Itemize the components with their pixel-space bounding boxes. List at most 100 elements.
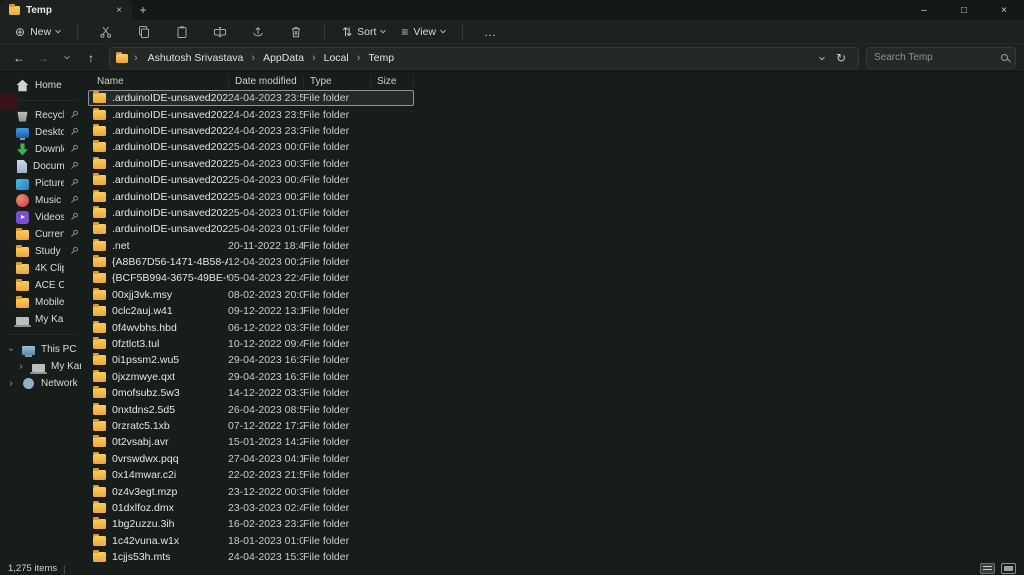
- copy-button[interactable]: [132, 22, 156, 42]
- sidebar-tree-item[interactable]: › This PC: [0, 341, 85, 358]
- file-row[interactable]: 0fztlct3.tul 10-12-2022 09:45 File folde…: [88, 336, 414, 352]
- sidebar-item[interactable]: Videos: [0, 209, 85, 226]
- file-row[interactable]: 0vrswdwx.pqq 27-04-2023 04:14 File folde…: [88, 451, 414, 467]
- breadcrumb-label[interactable]: AppData: [259, 51, 308, 65]
- sidebar-item[interactable]: Documents: [0, 158, 85, 175]
- file-row[interactable]: .arduinoIDE-unsaved2023324-20772-hed... …: [88, 106, 414, 122]
- column-header-name[interactable]: ^ Name: [88, 75, 229, 88]
- chevron-expand-icon[interactable]: ›: [16, 361, 26, 372]
- file-row[interactable]: .arduinoIDE-unsaved2023325-25648-aw6... …: [88, 205, 414, 221]
- column-header-date-modified[interactable]: Date modified: [229, 75, 304, 88]
- file-row[interactable]: {A8B67D56-1471-4B58-A69F-EB98461055... 1…: [88, 254, 414, 270]
- breadcrumb-bar[interactable]: › Ashutosh Srivastava › AppData › Local …: [109, 47, 859, 69]
- sidebar-item-icon: [16, 211, 29, 224]
- file-row[interactable]: 0x14mwar.c2i 22-02-2023 21:55 File folde…: [88, 467, 414, 483]
- recent-locations-button[interactable]: [56, 48, 78, 68]
- file-row[interactable]: 0clc2auj.w41 09-12-2022 13:14 File folde…: [88, 303, 414, 319]
- share-button[interactable]: [246, 22, 270, 42]
- file-row[interactable]: 1bg2uzzu.3ih 16-02-2023 23:21 File folde…: [88, 516, 414, 532]
- content-area: Home Recycle Bin Desktop: [0, 73, 1024, 562]
- sidebar-item[interactable]: Current Works: [0, 226, 85, 243]
- sidebar-tree-item[interactable]: › Network: [0, 375, 85, 392]
- back-button[interactable]: ←: [8, 48, 30, 68]
- close-button[interactable]: ×: [984, 0, 1024, 20]
- rename-button[interactable]: [208, 22, 232, 42]
- file-name: 0x14mwar.c2i: [112, 469, 228, 481]
- file-row[interactable]: 0z4v3egt.mzp 23-12-2022 00:34 File folde…: [88, 483, 414, 499]
- file-date-modified: 23-03-2023 02:45: [228, 502, 303, 514]
- new-button[interactable]: ⊕ New: [8, 23, 67, 41]
- file-name: .arduinoIDE-unsaved2023324-20772-pirry..…: [112, 125, 228, 137]
- tab-close-icon[interactable]: ×: [112, 5, 126, 16]
- column-header-size[interactable]: Size: [371, 75, 414, 88]
- sidebar-item-icon: [32, 364, 45, 372]
- sidebar-item[interactable]: Pictures: [0, 175, 85, 192]
- sidebar-item-label: My Kamputtar (C:: [51, 361, 81, 372]
- chevron-expand-icon[interactable]: ›: [6, 378, 16, 389]
- sidebar-tree-item[interactable]: › My Kamputtar (C:: [0, 358, 85, 375]
- delete-button[interactable]: [284, 22, 308, 42]
- file-row[interactable]: 00xjj3vk.msy 08-02-2023 20:02 File folde…: [88, 287, 414, 303]
- file-row[interactable]: 0jxzmwye.qxt 29-04-2023 16:38 File folde…: [88, 369, 414, 385]
- search-input[interactable]: [874, 52, 996, 63]
- file-row[interactable]: .arduinoIDE-unsaved2023325-27536-nwy... …: [88, 221, 414, 237]
- details-view-button[interactable]: [980, 563, 995, 574]
- sidebar-item[interactable]: My Kamputtar (C:): [0, 311, 85, 328]
- large-icons-view-button[interactable]: [1001, 563, 1016, 574]
- sidebar-item[interactable]: Music: [0, 192, 85, 209]
- breadcrumb-label[interactable]: Local: [320, 51, 353, 65]
- file-row[interactable]: 0i1pssm2.wu5 29-04-2023 16:38 File folde…: [88, 352, 414, 368]
- sidebar-item[interactable]: 4K Clips: [0, 260, 85, 277]
- file-row[interactable]: {BCF5B994-3675-49BE-9BB1-49946026697... …: [88, 270, 414, 286]
- file-row[interactable]: 0rzratc5.1xb 07-12-2022 17:27 File folde…: [88, 418, 414, 434]
- file-row[interactable]: 01dxlfoz.dmx 23-03-2023 02:45 File folde…: [88, 500, 414, 516]
- file-row[interactable]: .arduinoIDE-unsaved2023324-20772-pirry..…: [88, 123, 414, 139]
- restore-button[interactable]: □: [944, 0, 984, 20]
- paste-button[interactable]: [170, 22, 194, 42]
- file-row[interactable]: .arduinoIDE-unsaved2023325-24612-163k...…: [88, 188, 414, 204]
- file-row[interactable]: 1c42vuna.w1x 18-01-2023 01:02 File folde…: [88, 533, 414, 549]
- cut-button[interactable]: [94, 22, 118, 42]
- folder-icon: [93, 323, 106, 333]
- file-row[interactable]: .arduinoIDE-unsaved2023325-20864-1ljoc..…: [88, 172, 414, 188]
- folder-icon: [93, 306, 106, 316]
- file-row[interactable]: .arduinoIDE-unsaved2023324-20772-1bx0...…: [88, 90, 414, 106]
- column-header-type[interactable]: Type: [304, 75, 371, 88]
- file-row[interactable]: 0t2vsabj.avr 15-01-2023 14:22 File folde…: [88, 434, 414, 450]
- file-row[interactable]: 0f4wvbhs.hbd 06-12-2022 03:30 File folde…: [88, 319, 414, 335]
- see-more-button[interactable]: …: [479, 22, 502, 42]
- sidebar-item-home[interactable]: Home: [3, 77, 82, 94]
- up-button[interactable]: ↑: [80, 48, 102, 68]
- folder-icon: [93, 175, 106, 185]
- status-divider: |: [63, 564, 65, 574]
- address-dropdown-button[interactable]: [814, 52, 830, 64]
- forward-button[interactable]: →: [32, 48, 54, 68]
- minimize-button[interactable]: –: [904, 0, 944, 20]
- sidebar-item[interactable]: Study Material: [0, 243, 85, 260]
- file-type: File folder: [303, 420, 370, 432]
- sidebar-item[interactable]: Desktop: [0, 124, 85, 141]
- pin-icon: [70, 144, 79, 156]
- folder-icon: [93, 487, 106, 497]
- folder-icon: [93, 405, 106, 415]
- file-row[interactable]: 0nxtdns2.5d5 26-04-2023 08:50 File folde…: [88, 401, 414, 417]
- file-row[interactable]: .net 20-11-2022 18:48 File folder: [88, 238, 414, 254]
- new-tab-button[interactable]: +: [132, 0, 154, 20]
- sort-button[interactable]: ⇅ Sort: [335, 23, 392, 41]
- sidebar-item[interactable]: Downloads: [0, 141, 85, 158]
- file-row[interactable]: .arduinoIDE-unsaved2023325-20864-1cqi...…: [88, 156, 414, 172]
- file-type: File folder: [303, 125, 370, 137]
- sidebar-item[interactable]: ACE Clips: [0, 277, 85, 294]
- file-row[interactable]: .arduinoIDE-unsaved2023325-9876-1p6g... …: [88, 139, 414, 155]
- sidebar-item[interactable]: Mobile Application: [0, 294, 85, 311]
- refresh-button[interactable]: ↻: [834, 51, 852, 65]
- file-row[interactable]: 0mofsubz.5w3 14-12-2022 03:39 File folde…: [88, 385, 414, 401]
- sidebar-item-label: Study Material: [35, 246, 64, 257]
- breadcrumb-label[interactable]: Temp: [364, 51, 398, 65]
- breadcrumb-label[interactable]: Ashutosh Srivastava: [144, 51, 248, 65]
- chevron-expand-icon[interactable]: ›: [6, 345, 17, 355]
- folder-icon: [93, 110, 106, 120]
- view-button[interactable]: ≡ View: [394, 23, 452, 41]
- file-row[interactable]: 1cjjs53h.mts 24-04-2023 15:34 File folde…: [88, 549, 414, 562]
- explorer-tab-temp[interactable]: Temp ×: [0, 0, 132, 20]
